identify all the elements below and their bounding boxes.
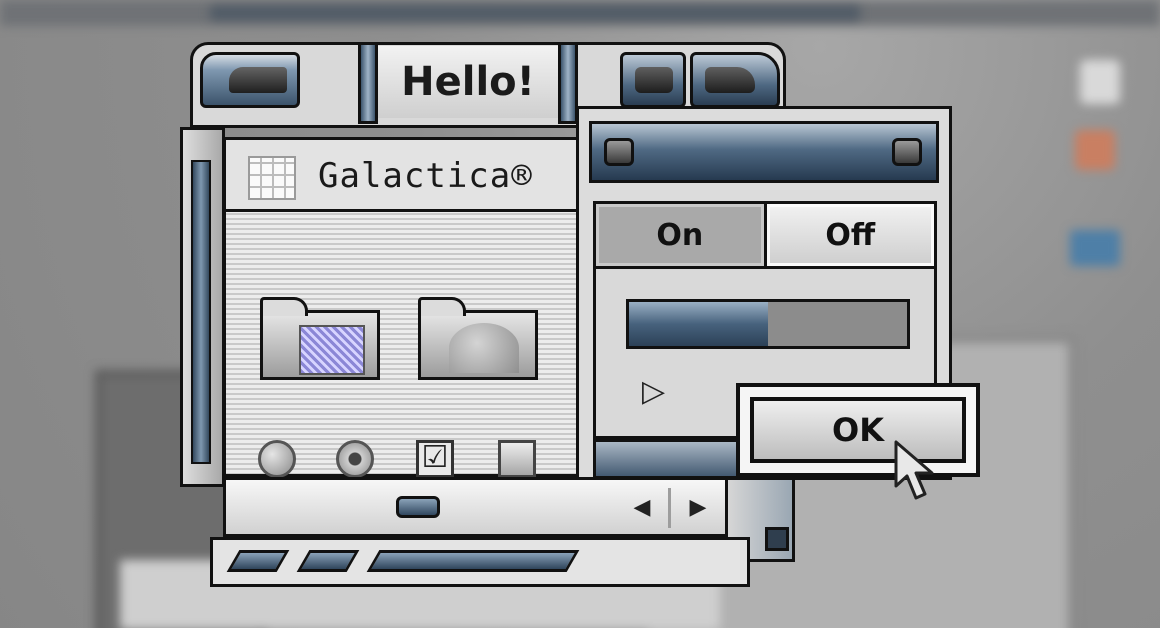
image-preview-icon: [449, 323, 519, 373]
dialog-collapse-button[interactable]: [892, 138, 922, 166]
folder-with-document-icon[interactable]: [260, 297, 380, 380]
segment-on[interactable]: On: [596, 204, 764, 266]
footer-stripe: [296, 550, 360, 572]
desktop-icon[interactable]: [1075, 130, 1115, 170]
window-content: Galactica® ☑: [223, 137, 593, 478]
desktop-icon[interactable]: [1080, 60, 1120, 104]
progress-fill: [629, 302, 768, 346]
scroll-thumb[interactable]: [396, 496, 440, 518]
arrow-divider: [668, 488, 671, 528]
scroll-right-arrow-icon[interactable]: ▶: [686, 496, 710, 520]
zoom-button[interactable]: [690, 52, 780, 108]
checkbox-checked[interactable]: ☑: [416, 440, 454, 478]
radio-button-checked[interactable]: [336, 440, 374, 478]
horizontal-scrollbar[interactable]: ◀ ▶: [223, 477, 788, 537]
app-name: Galactica®: [318, 156, 533, 196]
dialog-close-button[interactable]: [604, 138, 634, 166]
content-header: Galactica®: [226, 140, 590, 212]
window-footer: [210, 537, 750, 587]
scroll-left-arrow-icon[interactable]: ◀: [630, 496, 654, 520]
resize-grip-icon[interactable]: [765, 527, 789, 551]
checkbox-unchecked[interactable]: [498, 440, 536, 478]
title-pillar-right: [558, 42, 578, 124]
title-pillar-left: [358, 42, 378, 124]
progress-bar: [626, 299, 910, 349]
minimize-button[interactable]: [620, 52, 686, 108]
footer-stripe: [226, 550, 290, 572]
dialog-title-bar[interactable]: [589, 121, 939, 183]
grid-icon[interactable]: [248, 156, 296, 200]
footer-stripe: [366, 550, 580, 572]
on-off-segmented-control: On Off: [593, 201, 937, 269]
desktop-folder-icon[interactable]: [1070, 230, 1120, 266]
default-button-frame: OK: [736, 383, 980, 477]
arrow-cursor-icon: [894, 440, 934, 500]
folder-with-image-icon[interactable]: [418, 297, 538, 380]
disclosure-triangle-icon[interactable]: ▷: [642, 377, 665, 407]
segment-off[interactable]: Off: [766, 204, 934, 266]
window-title: Hello!: [378, 46, 558, 118]
document-preview-icon: [299, 325, 365, 375]
menu-strip: [210, 6, 860, 20]
left-rail: [180, 127, 225, 487]
radio-button-unchecked[interactable]: [258, 440, 296, 478]
close-button[interactable]: [200, 52, 300, 108]
